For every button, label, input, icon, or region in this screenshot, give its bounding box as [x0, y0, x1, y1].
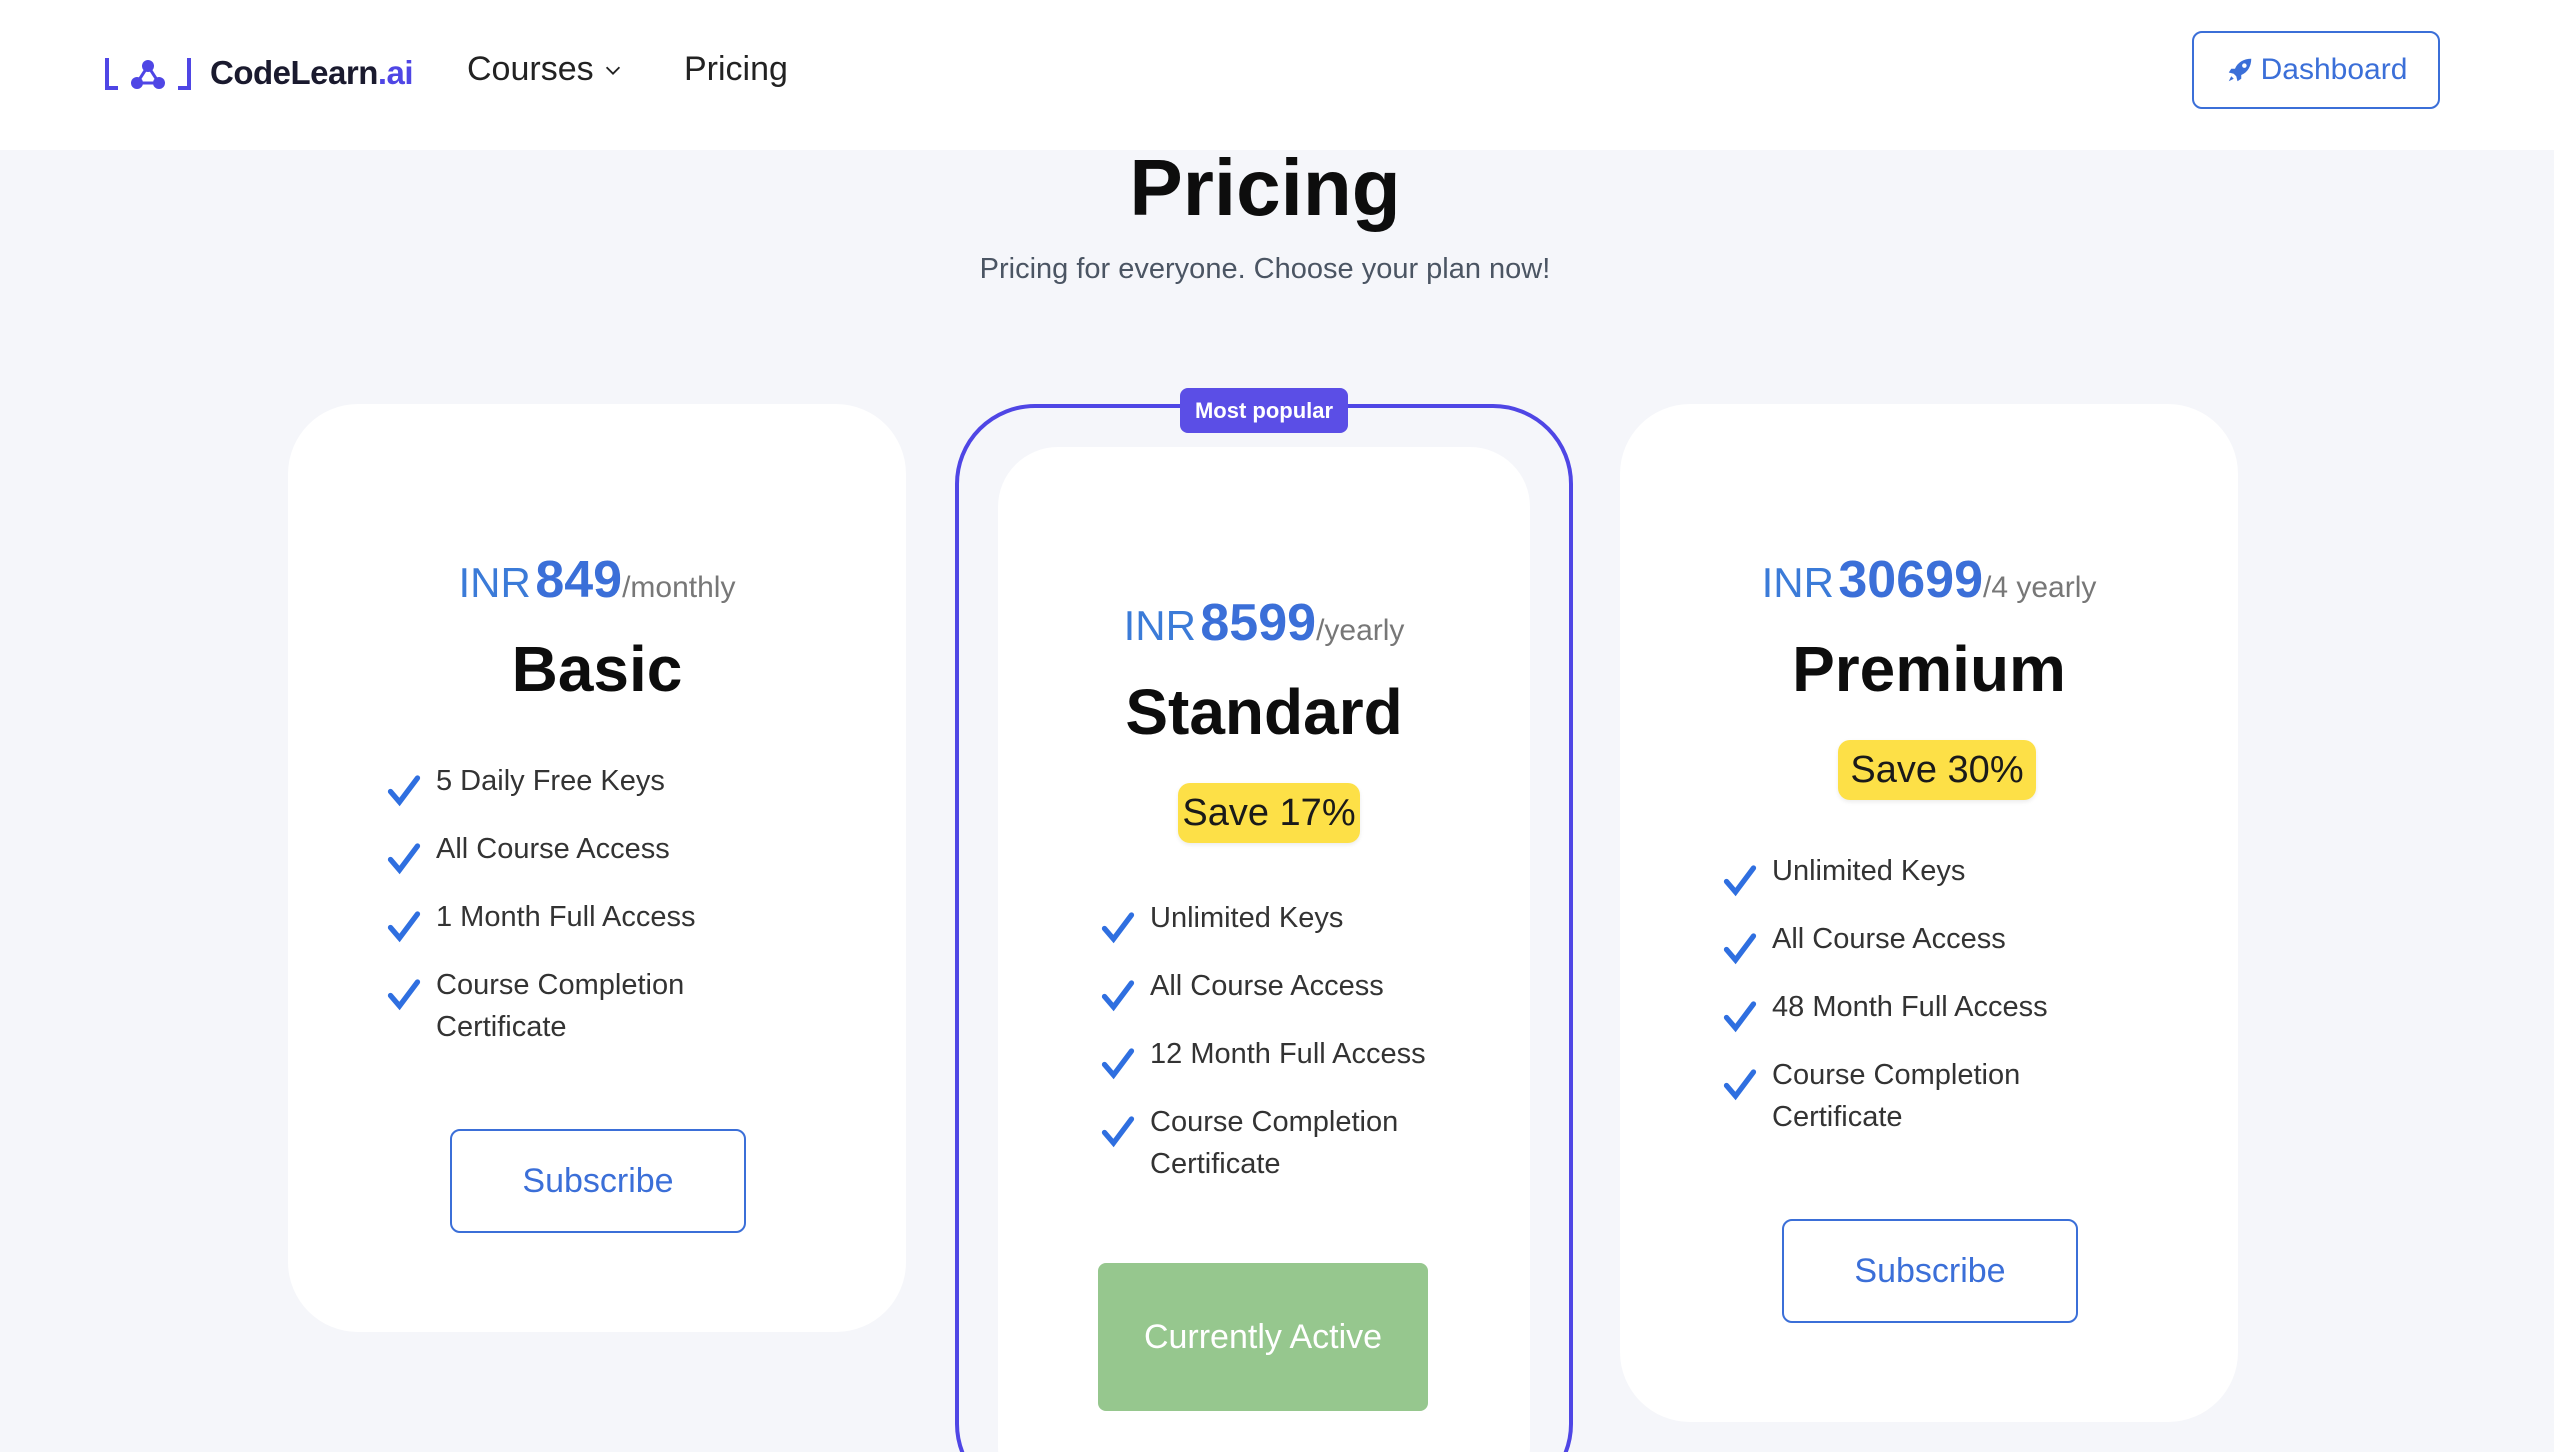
- check-icon: [1100, 1045, 1136, 1081]
- feature-list: Unlimited Keys All Course Access 12 Mont…: [1100, 897, 1480, 1205]
- check-icon: [386, 908, 422, 944]
- nav-pricing[interactable]: Pricing: [684, 50, 788, 89]
- feature-item: 1 Month Full Access: [386, 896, 766, 944]
- price-period: /4 yearly: [1983, 571, 2097, 604]
- logo-text: CodeLearn.ai: [210, 54, 414, 92]
- check-icon: [1722, 862, 1758, 898]
- feature-item: All Course Access: [1100, 965, 1480, 1013]
- plan-price: INR 8599/yearly: [998, 593, 1530, 653]
- check-icon: [1722, 930, 1758, 966]
- price-amount: 30699: [1838, 551, 1983, 609]
- rocket-icon: [2228, 58, 2251, 82]
- price-amount: 8599: [1200, 594, 1317, 652]
- page-title: Pricing: [1129, 143, 1401, 232]
- feature-text: 48 Month Full Access: [1772, 991, 2048, 1023]
- feature-text: 1 Month Full Access: [436, 901, 696, 933]
- check-icon: [386, 772, 422, 808]
- check-icon: [1722, 998, 1758, 1034]
- feature-text: All Course Access: [436, 833, 670, 865]
- feature-text: Course Completion Certificate: [436, 969, 685, 1043]
- feature-item: Unlimited Keys: [1722, 850, 2102, 898]
- logo-icon: [104, 54, 192, 92]
- check-icon: [386, 840, 422, 876]
- feature-list: Unlimited Keys All Course Access 48 Mont…: [1722, 850, 2102, 1158]
- plan-price: INR 30699/4 yearly: [1620, 550, 2238, 610]
- save-badge: Save 17%: [1178, 783, 1360, 843]
- check-icon: [386, 976, 422, 1012]
- chevron-down-icon: [605, 66, 620, 75]
- plan-name: Premium: [1792, 633, 2066, 705]
- feature-item: Course Completion Certificate: [1722, 1054, 2102, 1138]
- plan-card-standard: INR 8599/yearly Standard Save 17% Unlimi…: [998, 447, 1530, 1452]
- feature-item: Course Completion Certificate: [1100, 1101, 1480, 1185]
- price-currency: INR: [1123, 602, 1196, 649]
- check-icon: [1100, 909, 1136, 945]
- check-icon: [1100, 1113, 1136, 1149]
- feature-text: All Course Access: [1150, 970, 1384, 1002]
- feature-item: All Course Access: [1722, 918, 2102, 966]
- plan-price: INR 849/monthly: [288, 550, 906, 610]
- save-badge: Save 30%: [1838, 740, 2036, 800]
- price-currency: INR: [458, 559, 531, 606]
- feature-item: 48 Month Full Access: [1722, 986, 2102, 1034]
- feature-list: 5 Daily Free Keys All Course Access 1 Mo…: [386, 760, 766, 1068]
- nav-courses-label: Courses: [467, 50, 594, 88]
- top-navbar: CodeLearn.ai Courses Pricing Dashboard: [0, 0, 2554, 150]
- plan-name: Standard: [1125, 676, 1403, 748]
- check-icon: [1100, 977, 1136, 1013]
- feature-text: All Course Access: [1772, 923, 2006, 955]
- feature-text: Unlimited Keys: [1772, 855, 1966, 887]
- price-amount: 849: [535, 551, 623, 609]
- feature-item: All Course Access: [386, 828, 766, 876]
- feature-item: Course Completion Certificate: [386, 964, 766, 1048]
- price-period: /yearly: [1316, 614, 1405, 647]
- feature-text: Unlimited Keys: [1150, 902, 1344, 934]
- plan-name: Basic: [511, 633, 683, 705]
- feature-text: 5 Daily Free Keys: [436, 765, 665, 797]
- logo-brand: CodeLearn: [210, 54, 378, 91]
- subscribe-button-premium[interactable]: Subscribe: [1782, 1219, 2078, 1323]
- logo-suffix: .ai: [377, 54, 414, 91]
- subscribe-button-basic[interactable]: Subscribe: [450, 1129, 746, 1233]
- dashboard-label: Dashboard: [2260, 53, 2408, 86]
- nav-pricing-label: Pricing: [684, 50, 788, 88]
- dashboard-button[interactable]: Dashboard: [2192, 31, 2440, 109]
- nav-courses[interactable]: Courses: [467, 50, 624, 89]
- feature-text: Course Completion Certificate: [1150, 1106, 1399, 1180]
- feature-item: 5 Daily Free Keys: [386, 760, 766, 808]
- price-currency: INR: [1761, 559, 1834, 606]
- price-period: /monthly: [622, 571, 736, 604]
- check-icon: [1722, 1066, 1758, 1102]
- feature-item: 12 Month Full Access: [1100, 1033, 1480, 1081]
- logo[interactable]: CodeLearn.ai: [104, 54, 414, 92]
- feature-text: 12 Month Full Access: [1150, 1038, 1426, 1070]
- most-popular-badge: Most popular: [1180, 388, 1348, 433]
- page-subtitle: Pricing for everyone. Choose your plan n…: [979, 253, 1551, 285]
- feature-item: Unlimited Keys: [1100, 897, 1480, 945]
- plan-card-basic: INR 849/monthly Basic 5 Daily Free Keys …: [288, 404, 906, 1332]
- feature-text: Course Completion Certificate: [1772, 1059, 2021, 1133]
- plan-card-premium: INR 30699/4 yearly Premium Save 30% Unli…: [1620, 404, 2238, 1422]
- currently-active-button[interactable]: Currently Active: [1098, 1263, 1428, 1411]
